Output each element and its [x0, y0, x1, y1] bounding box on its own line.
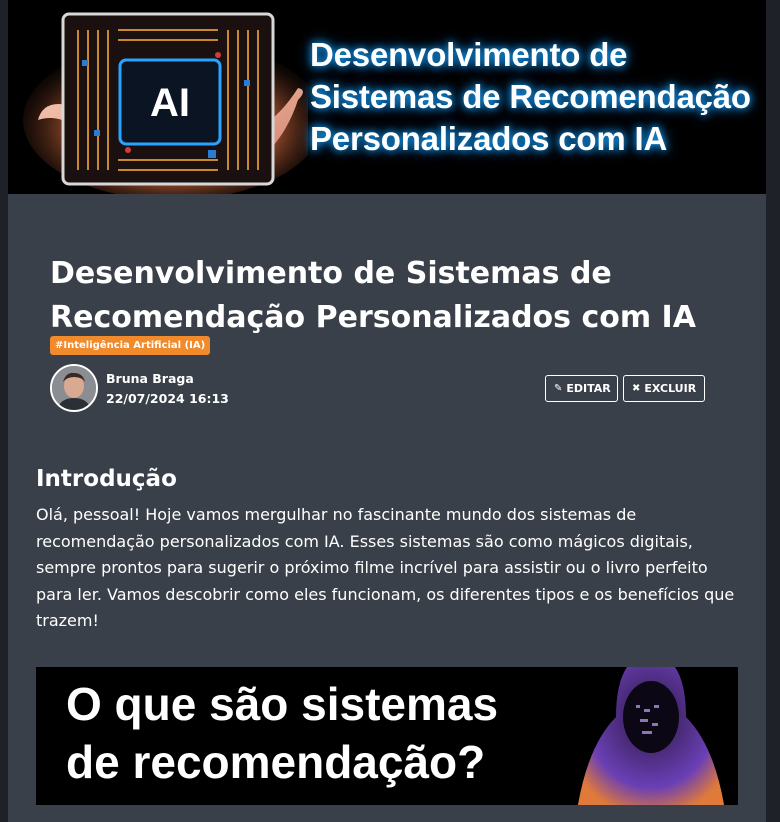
- post-title: Desenvolvimento de Sistemas de Recomenda…: [50, 256, 696, 336]
- hero-title-line-3: Personalizados com IA: [310, 120, 668, 157]
- category-tag[interactable]: #Inteligência Artificial (IA): [50, 336, 211, 355]
- times-icon: ✖: [632, 383, 641, 394]
- hero-banner: AI Desenvolvimento de Sistemas de Recome…: [8, 0, 766, 194]
- delete-button[interactable]: ✖ EXCLUIR: [623, 375, 705, 402]
- hooded-figure-illustration: [577, 667, 725, 805]
- section-banner-line-2: de recomendação?: [66, 736, 486, 788]
- intro-paragraph: Olá, pessoal! Hoje vamos mergulhar no fa…: [36, 505, 735, 631]
- hero-title: Desenvolvimento de Sistemas de Recomenda…: [310, 34, 760, 160]
- hero-title-line-2: Sistemas de Recomendação: [310, 78, 751, 115]
- section-banner: O que são sistemas de recomendação?: [36, 667, 738, 805]
- section-banner-line-1: O que são sistemas: [66, 678, 499, 730]
- chip-label: AI: [150, 81, 190, 125]
- edit-button-label: EDITAR: [566, 382, 611, 395]
- section-banner-text: O que são sistemas de recomendação?: [66, 675, 586, 791]
- delete-button-label: EXCLUIR: [644, 382, 697, 395]
- edit-button[interactable]: ✎ EDITAR: [545, 375, 618, 402]
- author-avatar[interactable]: [50, 364, 98, 412]
- author-name[interactable]: Bruna Braga: [106, 369, 229, 389]
- author-info: Bruna Braga 22/07/2024 16:13: [106, 369, 229, 409]
- hero-title-line-1: Desenvolvimento de: [310, 36, 628, 73]
- post-date: 22/07/2024 16:13: [106, 391, 229, 406]
- section-heading: Introdução: [36, 466, 177, 493]
- post-page: AI Desenvolvimento de Sistemas de Recome…: [8, 0, 766, 822]
- pencil-icon: ✎: [554, 383, 563, 394]
- ai-chip-illustration: AI: [8, 0, 308, 194]
